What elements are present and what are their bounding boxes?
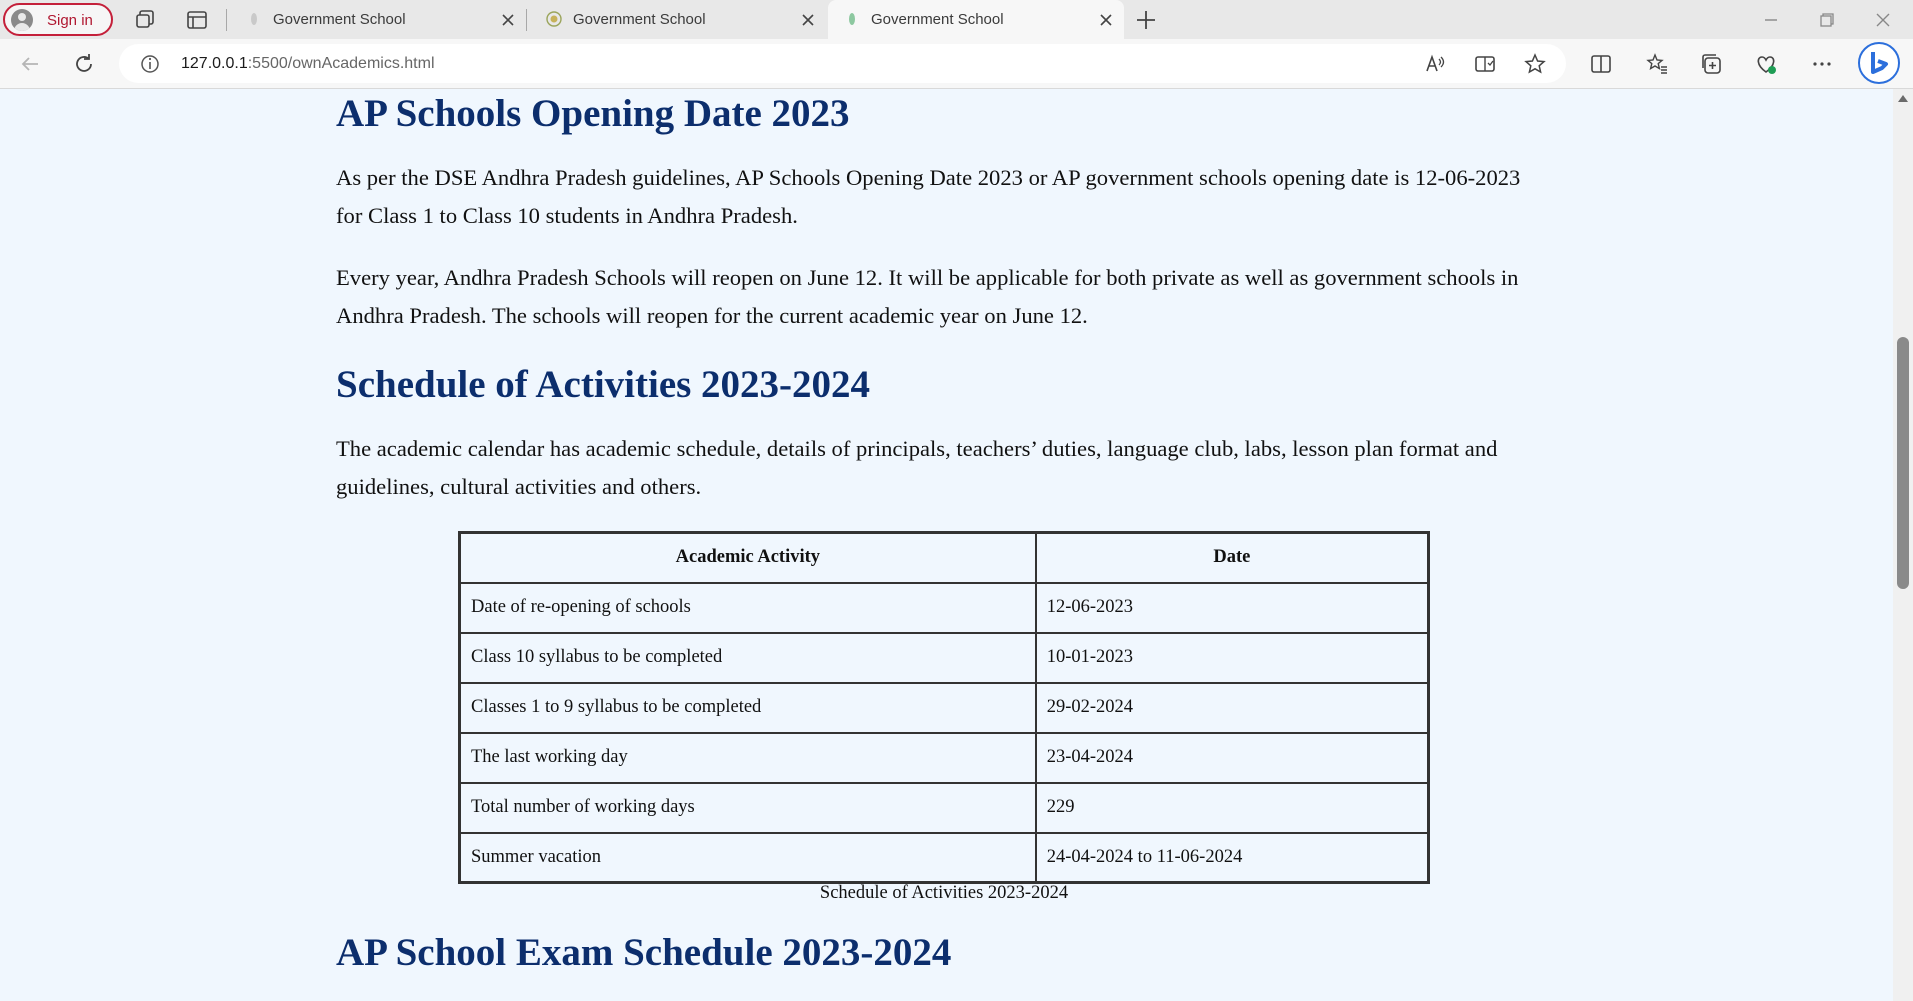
- restore-icon[interactable]: [1814, 7, 1840, 33]
- table-header-row: Academic Activity Date: [458, 531, 1430, 584]
- tab-title: Government School: [871, 11, 1004, 28]
- emblem-favicon-icon: [546, 11, 562, 27]
- profile-avatar-icon: [11, 9, 33, 31]
- table-row: Summer vacation 24-04-2024 to 11-06-2024: [458, 831, 1430, 884]
- leaf-favicon-icon: [849, 13, 855, 25]
- address-bar[interactable]: 127.0.0.1:5500/ownAcademics.html: [119, 44, 1566, 83]
- url-host: 127.0.0.1: [181, 55, 248, 72]
- activity-cell: Total number of working days: [458, 781, 1037, 834]
- collections-icon[interactable]: [1698, 50, 1726, 78]
- paragraph-opening-date-2: Every year, Andhra Pradesh Schools will …: [336, 265, 1519, 328]
- bing-logo-icon: [1871, 52, 1888, 74]
- close-tab-icon[interactable]: [1096, 10, 1116, 30]
- refresh-icon[interactable]: [70, 50, 98, 78]
- url-text[interactable]: 127.0.0.1:5500/ownAcademics.html: [181, 55, 435, 73]
- favorites-list-icon[interactable]: [1643, 50, 1671, 78]
- browser-tab-1[interactable]: Government School: [230, 0, 526, 39]
- table-row: Class 10 syllabus to be completed 10-01-…: [458, 631, 1430, 684]
- vertical-scrollbar[interactable]: [1893, 89, 1913, 1001]
- header-academic-activity: Academic Activity: [458, 531, 1037, 584]
- date-cell: 23-04-2024: [1034, 731, 1430, 784]
- sign-in-label: Sign in: [47, 12, 93, 29]
- header-date: Date: [1034, 531, 1430, 584]
- close-tab-icon[interactable]: [498, 10, 518, 30]
- site-info-icon[interactable]: [136, 50, 164, 78]
- scroll-up-arrow-icon[interactable]: [1898, 95, 1908, 102]
- tab-actions-icon[interactable]: [184, 7, 210, 33]
- paragraph-opening-date-1: As per the DSE Andhra Pradesh guidelines…: [336, 165, 1521, 228]
- heading-exam-schedule: AP School Exam Schedule 2023-2024: [336, 931, 952, 974]
- workspaces-icon[interactable]: [132, 7, 158, 33]
- browser-essentials-icon[interactable]: [1752, 50, 1780, 78]
- activity-cell: Summer vacation: [458, 831, 1037, 884]
- url-path: :5500/ownAcademics.html: [247, 55, 435, 72]
- browser-tab-2[interactable]: Government School: [530, 0, 826, 39]
- date-cell: 229: [1034, 781, 1430, 834]
- paragraph-academic-calendar: The academic calendar has academic sched…: [336, 436, 1498, 499]
- back-arrow-icon[interactable]: [16, 50, 44, 78]
- leaf-favicon-icon: [251, 13, 257, 25]
- schedule-table: Academic Activity Date Date of re-openin…: [458, 531, 1430, 884]
- date-cell: 10-01-2023: [1034, 631, 1430, 684]
- scrollbar-thumb[interactable]: [1897, 337, 1909, 589]
- table-caption: Schedule of Activities 2023-2024: [819, 883, 1069, 903]
- tab-title: Government School: [573, 11, 706, 28]
- copilot-bing-button[interactable]: [1858, 42, 1900, 84]
- close-window-icon[interactable]: [1870, 7, 1896, 33]
- tab-separator: [526, 9, 527, 31]
- date-cell: 29-02-2024: [1034, 681, 1430, 734]
- split-screen-icon[interactable]: [1587, 50, 1615, 78]
- table-row: The last working day 23-04-2024: [458, 731, 1430, 784]
- tab-separator: [226, 9, 227, 31]
- page-viewport: AP Schools Opening Date 2023 As per the …: [0, 89, 1893, 1001]
- heading-schedule-of-activities: Schedule of Activities 2023-2024: [336, 363, 871, 406]
- date-cell: 24-04-2024 to 11-06-2024: [1034, 831, 1430, 884]
- activity-cell: Classes 1 to 9 syllabus to be completed: [458, 681, 1037, 734]
- activity-cell: The last working day: [458, 731, 1037, 784]
- read-aloud-icon[interactable]: [1421, 50, 1449, 78]
- table-row: Date of re-opening of schools 12-06-2023: [458, 581, 1430, 634]
- date-cell: 12-06-2023: [1034, 581, 1430, 634]
- activity-cell: Date of re-opening of schools: [458, 581, 1037, 634]
- new-tab-icon[interactable]: [1133, 7, 1159, 33]
- close-tab-icon[interactable]: [798, 10, 818, 30]
- tab-title: Government School: [273, 11, 406, 28]
- browser-tab-3-active[interactable]: Government School: [828, 0, 1124, 39]
- activity-cell: Class 10 syllabus to be completed: [458, 631, 1037, 684]
- table-row: Total number of working days 229: [458, 781, 1430, 834]
- favorite-star-icon[interactable]: [1521, 50, 1549, 78]
- immersive-reader-icon[interactable]: [1471, 50, 1499, 78]
- browser-toolbar: 127.0.0.1:5500/ownAcademics.html: [0, 39, 1913, 89]
- sign-in-button[interactable]: Sign in: [3, 3, 113, 36]
- tab-strip: Sign in Government School Government Sch…: [0, 0, 1913, 39]
- minimize-icon[interactable]: [1758, 7, 1784, 33]
- table-row: Classes 1 to 9 syllabus to be completed …: [458, 681, 1430, 734]
- heading-opening-date: AP Schools Opening Date 2023: [336, 92, 850, 135]
- more-options-icon[interactable]: [1808, 50, 1836, 78]
